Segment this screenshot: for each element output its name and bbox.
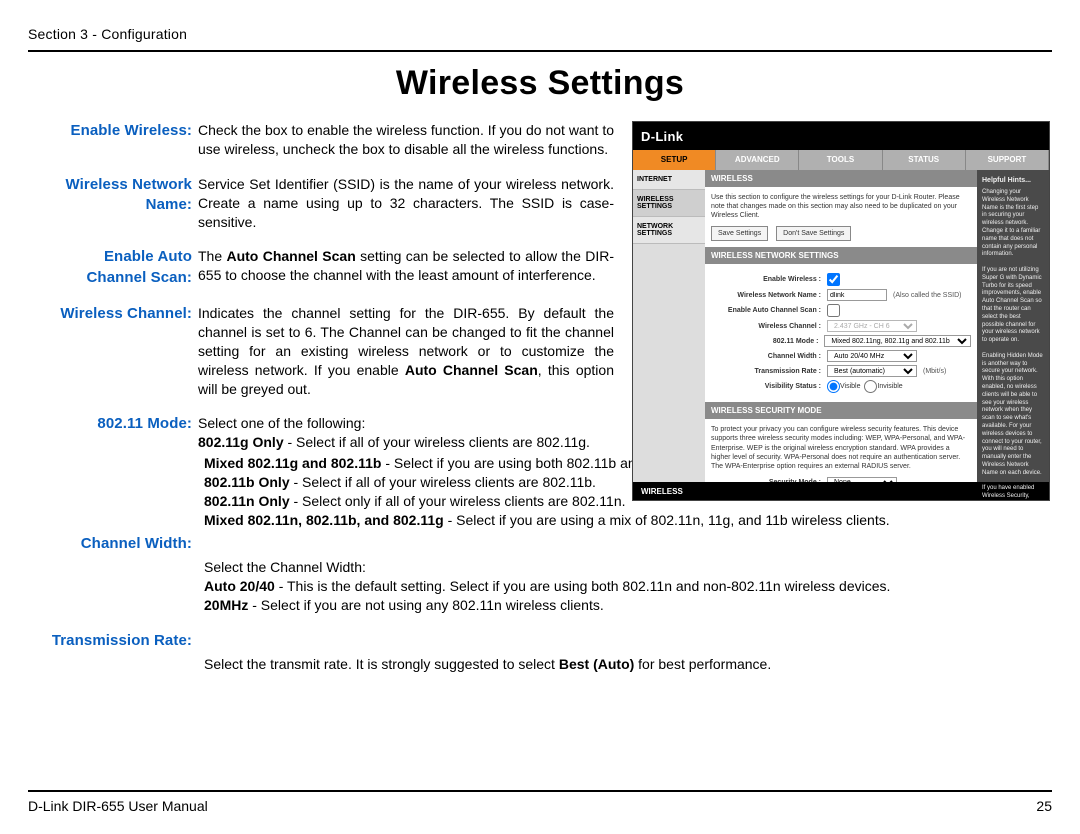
panel-wireless-h: WIRELESS — [705, 170, 977, 187]
tr-note: (Mbit/s) — [923, 367, 946, 376]
mode-select[interactable]: Mixed 802.11ng, 802.11g and 802.11b — [824, 335, 971, 347]
footer-right: 25 — [1036, 798, 1052, 814]
label-rate: Transmission Rate: — [28, 631, 198, 651]
tab-advanced[interactable]: ADVANCED — [716, 150, 799, 170]
panel-net-settings-h: WIRELESS NETWORK SETTINGS — [705, 247, 977, 264]
tab-status[interactable]: STATUS — [883, 150, 966, 170]
side-wireless[interactable]: WIRELESS SETTINGS — [633, 190, 705, 217]
ui-sidebar: INTERNET WIRELESS SETTINGS NETWORK SETTI… — [633, 170, 705, 482]
row-vis-label: Visibility Status : — [711, 382, 821, 391]
router-screenshot: D-Link SETUP ADVANCED TOOLS STATUS SUPPO… — [632, 121, 1052, 501]
panel-wireless-text: Use this section to configure the wirele… — [711, 193, 971, 220]
visibility-visible-radio[interactable] — [827, 380, 840, 393]
ui-main: WIRELESS Use this section to configure t… — [705, 170, 977, 482]
desc-rate: Select the transmit rate. It is strongly… — [204, 655, 1052, 674]
footer-left: D-Link DIR-655 User Manual — [28, 798, 208, 814]
security-mode-select[interactable]: None — [827, 477, 897, 482]
desc-enable-wireless: Check the box to enable the wireless fun… — [198, 121, 614, 159]
label-mode: 802.11 Mode: — [28, 414, 198, 434]
label-enable-wireless: Enable Wireless: — [28, 121, 198, 141]
section-header: Section 3 - Configuration — [28, 26, 1052, 42]
ssid-note: (Also called the SSID) — [893, 291, 961, 300]
hints-text: Changing your Wireless Network Name is t… — [982, 189, 1044, 501]
label-ssid: Wireless NetworkName: — [28, 175, 198, 216]
label-channel: Wireless Channel: — [28, 304, 198, 324]
page-title: Wireless Settings — [28, 64, 1052, 103]
tab-tools[interactable]: TOOLS — [799, 150, 882, 170]
desc-ssid: Service Set Identifier (SSID) is the nam… — [198, 175, 614, 232]
vis-visible-label: Visible — [840, 382, 861, 391]
row-ssid-label: Wireless Network Name : — [711, 291, 821, 300]
ui-hints: Helpful Hints... Changing your Wireless … — [977, 170, 1049, 482]
side-internet[interactable]: INTERNET — [633, 170, 705, 190]
dlink-logo: D-Link — [641, 129, 683, 144]
tab-setup[interactable]: SETUP — [633, 150, 716, 170]
desc-channel: Indicates the channel setting for the DI… — [198, 304, 614, 398]
vis-invisible-label: Invisible — [877, 382, 902, 391]
hints-heading: Helpful Hints... — [982, 176, 1044, 185]
side-network[interactable]: NETWORK SETTINGS — [633, 217, 705, 244]
desc-width: Select the Channel Width: Auto 20/40 - T… — [204, 558, 1052, 615]
visibility-invisible-radio[interactable] — [864, 380, 877, 393]
auto-channel-checkbox[interactable] — [827, 304, 840, 317]
row-sec-mode-label: Security Mode : — [711, 478, 821, 482]
top-rule — [28, 50, 1052, 52]
row-mode-label: 802.11 Mode : — [711, 337, 818, 346]
ssid-input[interactable] — [827, 289, 887, 301]
row-cw-label: Channel Width : — [711, 352, 821, 361]
row-channel-label: Wireless Channel : — [711, 322, 821, 331]
bottom-rule — [28, 790, 1052, 792]
panel-security-text: To protect your privacy you can configur… — [711, 425, 971, 470]
panel-security-h: WIRELESS SECURITY MODE — [705, 402, 977, 419]
channel-width-select[interactable]: Auto 20/40 MHz — [827, 350, 917, 362]
label-width: Channel Width: — [28, 534, 198, 554]
dont-save-button[interactable]: Don't Save Settings — [776, 226, 851, 241]
tx-rate-select[interactable]: Best (automatic) — [827, 365, 917, 377]
row-enable-wireless-label: Enable Wireless : — [711, 275, 821, 284]
tab-support[interactable]: SUPPORT — [966, 150, 1049, 170]
desc-auto-chan: The Auto Channel Scan setting can be sel… — [198, 247, 614, 285]
enable-wireless-checkbox[interactable] — [827, 273, 840, 286]
channel-select[interactable]: 2.437 GHz - CH 6 — [827, 320, 917, 332]
label-auto-chan: Enable AutoChannel Scan: — [28, 247, 198, 288]
ui-tabs: SETUP ADVANCED TOOLS STATUS SUPPORT — [633, 150, 1049, 170]
row-tr-label: Transmission Rate : — [711, 367, 821, 376]
save-button[interactable]: Save Settings — [711, 226, 768, 241]
row-auto-chan-label: Enable Auto Channel Scan : — [711, 306, 821, 315]
